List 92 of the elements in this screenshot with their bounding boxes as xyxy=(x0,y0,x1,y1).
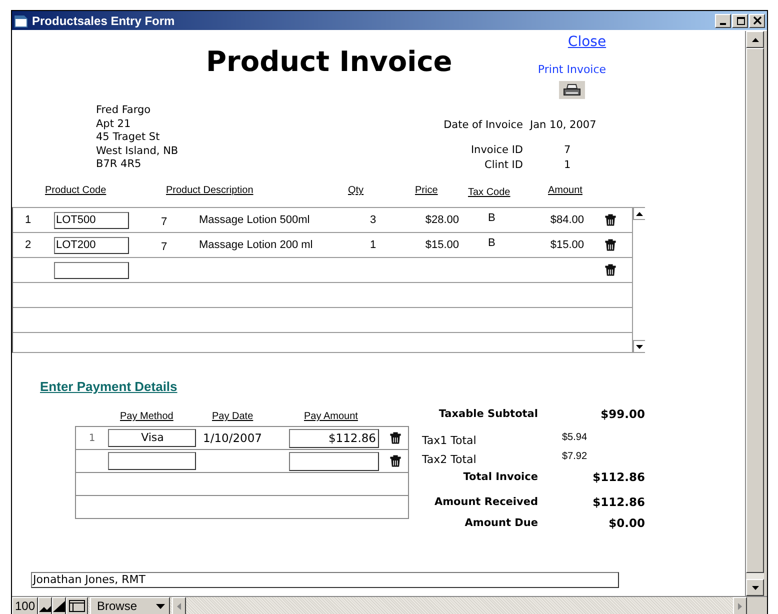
info-value: 1 xyxy=(563,159,572,173)
payment-details-link[interactable]: Enter Payment Details xyxy=(40,379,178,396)
column-header: Product Code xyxy=(45,185,106,196)
amount-cell-text: $84.00 xyxy=(550,214,585,226)
total-value: $7.92 xyxy=(561,450,588,464)
scroll-right-button[interactable] xyxy=(733,597,747,614)
scrollbar-thumb[interactable] xyxy=(746,48,764,573)
zoom-in-icon[interactable] xyxy=(52,597,66,614)
minimize-button[interactable] xyxy=(715,14,731,28)
minimize-icon xyxy=(720,23,726,25)
total-label: Tax1 Total xyxy=(421,433,478,449)
column-header: Qty xyxy=(348,185,364,196)
column-header: Pay Method xyxy=(120,411,174,424)
caret-icon xyxy=(156,604,165,608)
address-line: Fred Fargo xyxy=(96,104,152,118)
qty-cell: 1 xyxy=(370,239,376,251)
info-label: Date of Invoice xyxy=(442,119,523,133)
info-label: Clint ID xyxy=(484,159,523,173)
row-number: 1 xyxy=(88,432,96,444)
info-value: Jan 10, 2007 xyxy=(530,119,598,133)
row-number: 2 xyxy=(24,239,32,251)
description-cell-text: Massage Lotion 500ml xyxy=(198,214,311,226)
up-arrow-icon xyxy=(636,212,643,216)
table-cell-text: 7 xyxy=(160,214,168,228)
info-value: 7 xyxy=(563,144,572,158)
pay-amount-field[interactable]: $112.86 xyxy=(289,428,379,448)
total-value: $0.00 xyxy=(608,516,645,532)
up-arrow-icon xyxy=(752,38,758,42)
print-button[interactable] xyxy=(559,81,585,99)
left-arrow-icon xyxy=(177,602,181,610)
product-code-field[interactable]: LOT500 xyxy=(54,212,129,228)
pay-amount-field[interactable] xyxy=(289,452,379,470)
print-invoice-link[interactable]: Print Invoice xyxy=(538,63,606,76)
tax-code-cell-text: B xyxy=(487,212,496,224)
table-cell-text: 7 xyxy=(160,240,168,252)
trash-icon[interactable] xyxy=(390,432,400,444)
address-line: West Island, NB xyxy=(96,144,180,158)
pay-method-field[interactable]: Visa xyxy=(108,429,196,447)
product-code-field[interactable]: LOT200 xyxy=(54,236,129,254)
column-header: Pay Amount xyxy=(304,411,358,424)
layout-icon[interactable] xyxy=(66,597,88,614)
invoice-title: Product Invoice xyxy=(206,45,454,79)
column-header: Price xyxy=(415,185,438,196)
total-label: Amount Due xyxy=(464,516,538,531)
pay-method-field[interactable] xyxy=(108,452,196,470)
scroll-down-button[interactable] xyxy=(633,340,645,352)
row-number: 1 xyxy=(24,214,32,226)
info-label: Invoice ID xyxy=(470,144,523,158)
down-arrow-icon xyxy=(636,344,643,348)
total-value: $112.86 xyxy=(592,495,645,511)
maximize-icon xyxy=(734,16,746,26)
total-label: Amount Received xyxy=(433,495,538,510)
qty-cell: 3 xyxy=(370,214,376,226)
window-title: Productsales Entry Form xyxy=(32,14,176,28)
tax-code-cell-text: B xyxy=(487,237,496,249)
column-header: Pay Date xyxy=(212,411,254,424)
total-value: $99.00 xyxy=(600,407,645,423)
resize-grip[interactable] xyxy=(747,597,767,614)
right-arrow-icon xyxy=(738,602,742,610)
signature-field[interactable]: Jonathan Jones, RMT xyxy=(31,572,619,588)
down-arrow-icon xyxy=(752,586,758,590)
total-label: Taxable Subtotal xyxy=(438,407,538,422)
address-line: 45 Traget St xyxy=(96,131,161,144)
total-value: $112.86 xyxy=(592,470,645,486)
address-line: Apt 21 xyxy=(96,118,132,131)
column-header: Amount xyxy=(548,185,582,196)
trash-icon[interactable] xyxy=(390,455,400,467)
price-cell-text: $15.00 xyxy=(425,239,460,251)
printer-icon xyxy=(563,84,581,96)
trash-icon[interactable] xyxy=(604,214,616,226)
pay-date-cell-text: 1/10/2007 xyxy=(202,431,263,445)
close-link[interactable]: Close xyxy=(568,34,606,50)
column-header: Product Description xyxy=(166,185,254,196)
close-button[interactable] xyxy=(749,14,765,28)
zoom-level[interactable]: 100 xyxy=(12,597,38,614)
total-label: Total Invoice xyxy=(462,470,538,485)
amount-cell-text: $15.00 xyxy=(550,239,585,251)
address-line: B7R 4R5 xyxy=(96,158,142,172)
scroll-left-button[interactable] xyxy=(172,597,186,614)
trash-icon[interactable] xyxy=(604,239,616,251)
mode-dropdown[interactable]: Browse xyxy=(90,597,170,614)
total-label: Tax2 Total xyxy=(421,452,478,466)
price-cell-text: $28.00 xyxy=(425,214,460,226)
description-cell-text: Massage Lotion 200 ml xyxy=(198,239,314,251)
trash-icon[interactable] xyxy=(604,264,616,276)
column-header: Tax Code xyxy=(468,187,510,198)
product-code-field[interactable] xyxy=(54,262,129,278)
maximize-button[interactable] xyxy=(732,14,748,28)
zoom-out-icon[interactable] xyxy=(38,597,52,614)
scroll-up-button[interactable] xyxy=(633,208,645,220)
total-value: $5.94 xyxy=(561,431,588,445)
close-icon xyxy=(752,16,762,26)
